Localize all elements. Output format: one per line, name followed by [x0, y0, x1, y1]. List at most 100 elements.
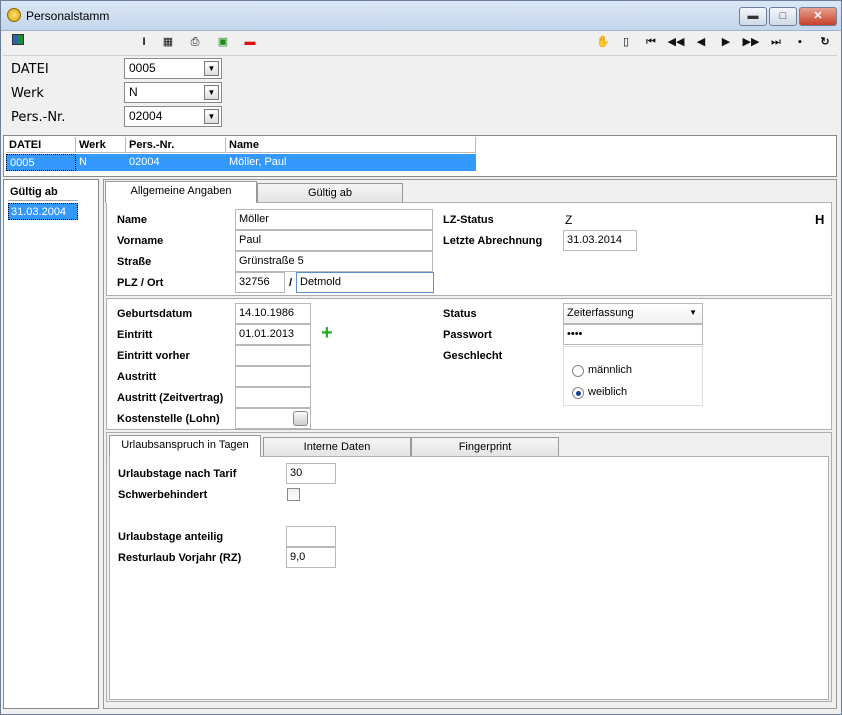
grid-header-datei[interactable]: DATEI: [6, 137, 76, 153]
grid-cell-datei[interactable]: 0005: [6, 154, 76, 171]
persnr-select[interactable]: 02004 ▼: [124, 106, 222, 127]
details-section: Geburtsdatum 14.10.1986 Eintritt 01.01.2…: [106, 298, 832, 430]
prev-page-icon[interactable]: ◀◀: [667, 34, 685, 50]
werk-select[interactable]: N ▼: [124, 82, 222, 103]
austritt-zeitvertrag-label: Austritt (Zeitvertrag): [117, 392, 224, 404]
document-icon[interactable]: ▯: [617, 34, 635, 50]
urlaub-panel: Urlaubstage nach Tarif 30 Schwerbehinder…: [109, 456, 829, 700]
list-item[interactable]: 31.03.2004: [8, 203, 78, 220]
name-field[interactable]: Möller: [235, 209, 433, 230]
chevron-down-icon[interactable]: ▼: [204, 85, 219, 100]
resturlaub-label: Resturlaub Vorjahr (RZ): [118, 552, 242, 564]
plz-ort-separator: /: [289, 277, 293, 289]
weiblich-label[interactable]: weiblich: [588, 386, 627, 398]
urlaub-anteilig-field[interactable]: [286, 526, 336, 547]
eintritt-vorher-field[interactable]: [235, 345, 311, 366]
radio-weiblich[interactable]: [572, 387, 584, 399]
detail-panel: Allgemeine Angaben Gültig ab Name Möller…: [103, 179, 837, 709]
prev-icon[interactable]: ◀: [692, 34, 710, 50]
schwerbehindert-label: Schwerbehindert: [118, 489, 208, 501]
next-icon[interactable]: ▶: [717, 34, 735, 50]
cursor-icon[interactable]: I: [135, 34, 153, 50]
lz-status-label: LZ-Status: [443, 214, 494, 226]
plz-field[interactable]: 32756: [235, 272, 285, 293]
personalstamm-window: Personalstamm ▬ □ ✕ I ▦ ⎙ ▣ ▬ ✋ ▯ ⏮ ◀◀ ◀…: [0, 0, 842, 715]
passwort-field[interactable]: ••••: [563, 324, 703, 345]
eintritt-vorher-label: Eintritt vorher: [117, 350, 190, 362]
close-button[interactable]: ✕: [799, 7, 837, 26]
kostenstelle-field[interactable]: [235, 408, 311, 429]
werk-value: N: [129, 85, 138, 99]
grid-cell-persnr[interactable]: 02004: [126, 154, 226, 171]
money-icon[interactable]: ▣: [214, 34, 232, 50]
maximize-button[interactable]: □: [769, 7, 797, 26]
vorname-label: Vorname: [117, 235, 164, 247]
urlaub-anteilig-label: Urlaubstage anteilig: [118, 531, 224, 543]
next-page-icon[interactable]: ▶▶: [742, 34, 760, 50]
chevron-down-icon: ▼: [689, 308, 697, 317]
valid-from-header: Gültig ab: [8, 184, 78, 201]
austritt-field[interactable]: [235, 366, 311, 387]
kostenstelle-label: Kostenstelle (Lohn): [117, 413, 220, 425]
print-icon[interactable]: ⎙: [186, 34, 204, 50]
resturlaub-field[interactable]: 9,0: [286, 547, 336, 568]
tab-interne-daten[interactable]: Interne Daten: [263, 437, 411, 457]
urlaub-tarif-field[interactable]: 30: [286, 463, 336, 484]
tab-urlaub[interactable]: Urlaubsanspruch in Tagen: [109, 435, 261, 457]
status-select[interactable]: Zeiterfassung ▼: [563, 303, 703, 324]
datei-value: 0005: [129, 61, 156, 75]
plz-ort-label: PLZ / Ort: [117, 277, 164, 289]
new-window-icon[interactable]: [9, 34, 27, 50]
schwerbehindert-checkbox[interactable]: [287, 488, 300, 501]
chevron-down-icon[interactable]: ▼: [204, 109, 219, 124]
geburtsdatum-label: Geburtsdatum: [117, 308, 193, 320]
geburtsdatum-field[interactable]: 14.10.1986: [235, 303, 311, 324]
tab-valid-from[interactable]: Gültig ab: [257, 183, 403, 203]
letzte-abrechnung-field: 31.03.2014: [563, 230, 637, 251]
minimize-button[interactable]: ▬: [739, 7, 767, 26]
general-section: Name Möller Vorname Paul Straße Grünstra…: [106, 202, 832, 296]
chevron-down-icon[interactable]: ▼: [204, 61, 219, 76]
calculator-icon[interactable]: ▦: [159, 34, 177, 50]
werk-label: Werk: [11, 86, 44, 101]
tab-general[interactable]: Allgemeine Angaben: [105, 181, 257, 203]
window-title: Personalstamm: [26, 9, 110, 23]
h-flag: H: [815, 212, 825, 227]
grid-cell-name[interactable]: Möller, Paul: [226, 154, 476, 171]
add-icon[interactable]: +: [321, 322, 333, 345]
status-value: Zeiterfassung: [567, 307, 634, 319]
urlaub-tarif-label: Urlaubstage nach Tarif: [118, 468, 237, 480]
selection-header: DATEI 0005 ▼ Werk N ▼ Pers.-Nr. 02004 ▼: [3, 55, 837, 133]
maennlich-label[interactable]: männlich: [588, 364, 632, 376]
title-bar: Personalstamm ▬ □ ✕: [1, 1, 841, 31]
datei-select[interactable]: 0005 ▼: [124, 58, 222, 79]
eintritt-field[interactable]: 01.01.2013: [235, 324, 311, 345]
grid-header-werk[interactable]: Werk: [76, 137, 126, 153]
lookup-button[interactable]: [293, 411, 308, 426]
delete-icon[interactable]: ▬: [241, 34, 259, 50]
grid-header-persnr[interactable]: Pers.-Nr.: [126, 137, 226, 153]
app-icon: [7, 8, 21, 22]
grid-header-name[interactable]: Name: [226, 137, 476, 153]
grid-cell-werk[interactable]: N: [76, 154, 126, 171]
persnr-value: 02004: [129, 109, 163, 123]
save-icon[interactable]: ▪: [791, 34, 809, 50]
first-icon[interactable]: ⏮: [642, 34, 660, 50]
tab-fingerprint[interactable]: Fingerprint: [411, 437, 559, 457]
austritt-zeitvertrag-field[interactable]: [235, 387, 311, 408]
ort-field[interactable]: Detmold: [296, 272, 434, 293]
strasse-field[interactable]: Grünstraße 5: [235, 251, 433, 272]
wizard-icon[interactable]: ✋: [594, 34, 612, 50]
radio-maennlich[interactable]: [572, 365, 584, 377]
strasse-label: Straße: [117, 256, 152, 268]
subtab-container: Urlaubsanspruch in Tagen Interne Daten F…: [106, 432, 832, 702]
last-icon[interactable]: ⏭: [767, 34, 785, 50]
datei-label: DATEI: [11, 62, 49, 77]
vorname-field[interactable]: Paul: [235, 230, 433, 251]
status-label: Status: [443, 308, 477, 320]
eintritt-label: Eintritt: [117, 329, 153, 341]
austritt-label: Austritt: [117, 371, 157, 383]
refresh-icon[interactable]: ↻: [816, 34, 834, 50]
table-row[interactable]: 0005 N 02004 Möller, Paul: [6, 154, 476, 172]
gender-group: männlich weiblich: [563, 346, 703, 406]
